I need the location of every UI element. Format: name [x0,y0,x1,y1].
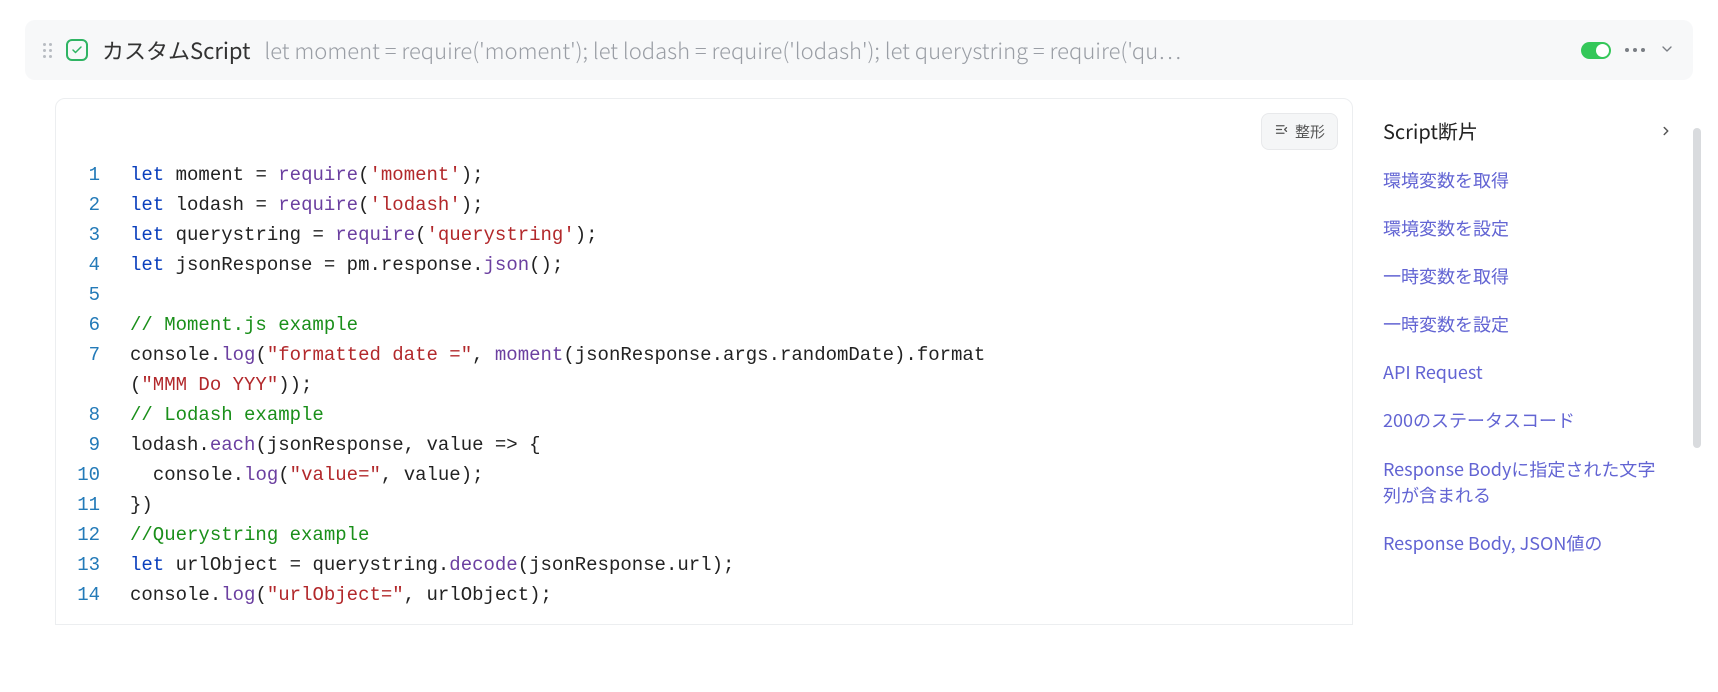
snippet-sidebar: Script断片 環境変数を取得環境変数を設定一時変数を取得一時変数を設定 API… [1353,98,1693,556]
code-line[interactable]: 8// Lodash example [70,400,1338,430]
snippet-item[interactable]: 環境変数を取得 [1383,167,1673,193]
format-button[interactable]: 整形 [1261,113,1338,150]
code-line[interactable]: 5 [70,280,1338,310]
enable-toggle[interactable] [1581,42,1611,59]
code-content[interactable]: console.log("urlObject=", urlObject); [130,580,1338,610]
line-number: 2 [70,190,130,220]
code-content[interactable]: ("MMM Do YYY")); [130,370,1338,400]
format-icon [1274,122,1289,141]
drag-handle-icon[interactable] [43,43,52,58]
code-line[interactable]: 7console.log("formatted date =", moment(… [70,340,1338,370]
chevron-down-icon[interactable] [1659,38,1675,62]
code-line[interactable]: 13let urlObject = querystring.decode(jso… [70,550,1338,580]
code-line[interactable]: 10 console.log("value=", value); [70,460,1338,490]
line-number: 6 [70,310,130,340]
code-content[interactable]: let urlObject = querystring.decode(jsonR… [130,550,1338,580]
code-content[interactable]: let querystring = require('querystring')… [130,220,1338,250]
code-content[interactable]: let moment = require('moment'); [130,160,1338,190]
code-editor-card: 整形 1let moment = require('moment');2let … [55,98,1353,625]
script-preview-text: let moment = require('moment'); let loda… [264,34,1567,66]
code-line[interactable]: 2let lodash = require('lodash'); [70,190,1338,220]
scrollbar[interactable] [1693,128,1701,448]
snippet-item[interactable]: 一時変数を設定 [1383,311,1673,337]
line-number: 3 [70,220,130,250]
line-number: 4 [70,250,130,280]
code-content[interactable]: //Querystring example [130,520,1338,550]
code-line[interactable]: 9lodash.each(jsonResponse, value => { [70,430,1338,460]
check-icon [66,39,88,61]
code-line[interactable]: 3let querystring = require('querystring'… [70,220,1338,250]
code-content[interactable] [130,280,1338,310]
code-content[interactable]: // Lodash example [130,400,1338,430]
code-content[interactable]: let jsonResponse = pm.response.json(); [130,250,1338,280]
code-line[interactable]: ("MMM Do YYY")); [70,370,1338,400]
snippet-item[interactable]: API Request [1383,359,1673,385]
line-number: 13 [70,550,130,580]
code-line[interactable]: 11}) [70,490,1338,520]
code-content[interactable]: console.log("formatted date =", moment(j… [130,340,1338,370]
code-line[interactable]: 1let moment = require('moment'); [70,160,1338,190]
code-line[interactable]: 14console.log("urlObject=", urlObject); [70,580,1338,610]
chevron-right-icon [1659,119,1673,143]
script-header-bar: カスタムScript let moment = require('moment'… [25,20,1693,80]
snippet-item[interactable]: 200のステータスコード [1383,407,1673,433]
snippet-item[interactable]: 環境変数を設定 [1383,215,1673,241]
script-title: カスタムScript [102,34,250,66]
code-content[interactable]: console.log("value=", value); [130,460,1338,490]
line-number: 12 [70,520,130,550]
snippet-section-header[interactable]: Script断片 [1383,116,1673,145]
more-menu-icon[interactable] [1625,48,1645,52]
snippet-item[interactable]: 一時変数を取得 [1383,263,1673,289]
code-editor[interactable]: 1let moment = require('moment');2let lod… [56,160,1352,624]
line-number: 10 [70,460,130,490]
code-content[interactable]: lodash.each(jsonResponse, value => { [130,430,1338,460]
code-content[interactable]: // Moment.js example [130,310,1338,340]
line-number: 7 [70,340,130,370]
snippet-section-title: Script断片 [1383,116,1478,145]
line-number: 14 [70,580,130,610]
line-number: 1 [70,160,130,190]
code-content[interactable]: let lodash = require('lodash'); [130,190,1338,220]
line-number: 9 [70,430,130,460]
line-number: 8 [70,400,130,430]
code-content[interactable]: }) [130,490,1338,520]
code-line[interactable]: 4let jsonResponse = pm.response.json(); [70,250,1338,280]
code-line[interactable]: 6// Moment.js example [70,310,1338,340]
line-number [70,370,130,400]
snippet-item[interactable]: Response Bodyに指定された文字列が含まれる [1383,456,1673,508]
snippet-item[interactable]: Response Body, JSON値の [1383,530,1673,556]
format-button-label: 整形 [1295,121,1325,142]
code-line[interactable]: 12//Querystring example [70,520,1338,550]
line-number: 11 [70,490,130,520]
line-number: 5 [70,280,130,310]
